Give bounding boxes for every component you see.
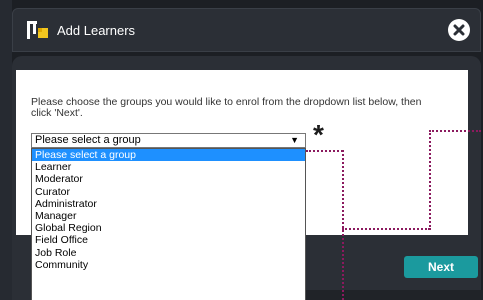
next-button[interactable]: Next	[404, 256, 478, 278]
group-option[interactable]: Moderator	[32, 173, 305, 185]
annotation-dotted-line	[429, 130, 431, 230]
bottom-strip	[306, 290, 483, 300]
dropdown-arrow-icon: ▼	[290, 135, 299, 145]
dialog-titlebar: Add Learners	[12, 8, 481, 52]
backdrop-left	[0, 0, 12, 300]
annotation-dotted-line	[306, 150, 343, 152]
instruction-text: Please choose the groups you would like …	[31, 96, 422, 119]
group-option[interactable]: Curator	[32, 186, 305, 198]
group-select[interactable]: Please select a group ▼	[31, 133, 306, 148]
group-option[interactable]: Manager	[32, 210, 305, 222]
learners-icon	[25, 18, 51, 42]
annotation-dotted-line	[429, 130, 481, 132]
group-option[interactable]: Job Role	[32, 247, 305, 259]
group-select-value: Please select a group	[35, 134, 141, 146]
group-options-list[interactable]: Please select a group Learner Moderator …	[31, 148, 306, 300]
dialog-title: Add Learners	[57, 23, 136, 38]
annotation-dotted-line	[342, 150, 344, 300]
group-option[interactable]: Global Region	[32, 222, 305, 234]
group-option[interactable]: Learner	[32, 161, 305, 173]
group-option[interactable]: Community	[32, 259, 305, 271]
group-option[interactable]: Please select a group	[32, 149, 305, 162]
group-option[interactable]: Field Office	[32, 234, 305, 246]
close-button[interactable]	[448, 19, 470, 41]
close-icon	[453, 24, 465, 36]
required-marker: *	[313, 119, 324, 150]
annotation-dotted-line	[342, 228, 430, 230]
group-option[interactable]: Administrator	[32, 198, 305, 210]
